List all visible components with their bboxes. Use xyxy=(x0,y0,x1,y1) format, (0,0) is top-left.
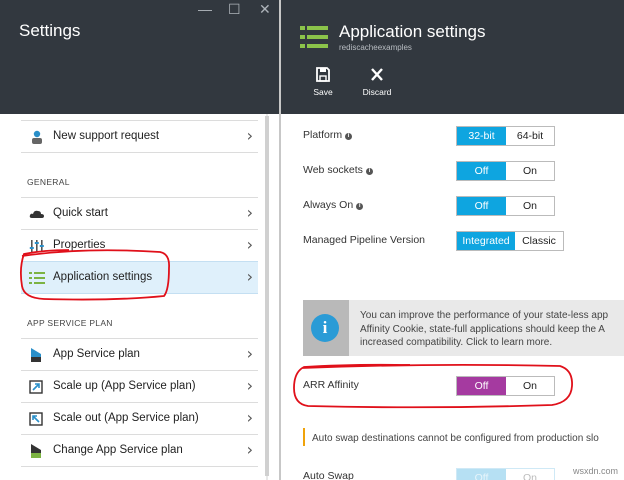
pipeline-integrated-option[interactable]: Integrated xyxy=(457,232,515,250)
app-name-subtitle: rediscacheexamples xyxy=(339,43,412,52)
discard-label: Discard xyxy=(362,87,392,97)
chevron-right-icon: › xyxy=(246,235,253,254)
menu-item-app-service-plan[interactable]: App Service plan › xyxy=(21,338,258,371)
application-settings-icon xyxy=(300,24,328,50)
sliders-icon xyxy=(29,239,45,253)
section-header-app-service-plan: APP SERVICE PLAN xyxy=(27,318,113,328)
info-banner-text: You can improve the performance of your … xyxy=(360,310,609,348)
chevron-right-icon: › xyxy=(246,203,253,222)
chevron-right-icon: › xyxy=(246,408,253,427)
info-icon[interactable]: i xyxy=(365,168,373,175)
web-sockets-toggle: Off On xyxy=(456,161,555,181)
platform-32bit-option[interactable]: 32-bit xyxy=(457,127,506,145)
arr-affinity-label: ARR Affinity xyxy=(303,379,359,391)
scale-out-icon xyxy=(29,412,45,426)
menu-item-label: Application settings xyxy=(53,271,153,283)
info-icon[interactable]: i xyxy=(345,133,353,140)
always-on-on-option[interactable]: On xyxy=(506,197,554,215)
platform-64bit-option[interactable]: 64-bit xyxy=(506,127,554,145)
pipeline-version-label: Managed Pipeline Version xyxy=(303,234,426,246)
cloud-icon xyxy=(29,207,45,221)
menu-item-label: Scale out (App Service plan) xyxy=(53,412,199,424)
pipeline-classic-option[interactable]: Classic xyxy=(515,232,563,250)
list-settings-icon xyxy=(29,271,45,285)
always-on-off-option[interactable]: Off xyxy=(457,197,506,215)
chevron-right-icon: › xyxy=(246,126,253,145)
auto-swap-off-option[interactable]: Off xyxy=(457,469,506,480)
always-on-toggle: Off On xyxy=(456,196,555,216)
arr-affinity-info-banner[interactable]: i You can improve the performance of you… xyxy=(303,300,624,356)
menu-item-application-settings[interactable]: Application settings › xyxy=(21,261,258,294)
menu-item-scale-up[interactable]: Scale up (App Service plan) › xyxy=(21,370,258,403)
save-label: Save xyxy=(313,87,333,97)
auto-swap-label: Auto Swap xyxy=(303,470,354,480)
auto-swap-on-option[interactable]: On xyxy=(506,469,554,480)
menu-item-quick-start[interactable]: Quick start › xyxy=(21,197,258,230)
menu-item-scale-out[interactable]: Scale out (App Service plan) › xyxy=(21,402,258,435)
menu-item-label: Properties xyxy=(53,239,106,251)
minimize-button[interactable]: — xyxy=(198,2,212,16)
web-sockets-label: Web sockets i xyxy=(303,164,373,176)
chevron-right-icon: › xyxy=(246,440,253,459)
web-sockets-on-option[interactable]: On xyxy=(506,162,554,180)
chevron-right-icon: › xyxy=(246,344,253,363)
platform-toggle: 32-bit 64-bit xyxy=(456,126,555,146)
menu-item-new-support-request[interactable]: New support request › xyxy=(21,120,258,153)
arr-affinity-on-option[interactable]: On xyxy=(506,377,554,395)
change-plan-icon xyxy=(29,444,45,458)
auto-swap-warning: Auto swap destinations cannot be configu… xyxy=(312,433,599,444)
arr-affinity-off-option[interactable]: Off xyxy=(457,377,506,395)
arr-affinity-toggle: Off On xyxy=(456,376,555,396)
menu-item-label: Change App Service plan xyxy=(53,444,183,456)
menu-item-label: App Service plan xyxy=(53,348,140,360)
watermark: wsxdn.com xyxy=(572,466,618,476)
web-sockets-off-option[interactable]: Off xyxy=(457,162,506,180)
application-settings-title: Application settings xyxy=(339,22,486,41)
menu-item-change-app-service-plan[interactable]: Change App Service plan › xyxy=(21,434,258,467)
always-on-label: Always On i xyxy=(303,199,364,211)
menu-item-properties[interactable]: Properties › xyxy=(21,229,258,262)
discard-icon xyxy=(355,67,399,85)
platform-label: Platform i xyxy=(303,129,353,141)
menu-item-label: New support request xyxy=(53,130,160,142)
info-icon[interactable]: i xyxy=(356,203,364,210)
close-button[interactable]: ✕ xyxy=(259,2,271,16)
save-button[interactable]: Save xyxy=(301,67,345,97)
chevron-right-icon: › xyxy=(246,376,253,395)
pipeline-version-toggle: Integrated Classic xyxy=(456,231,564,251)
settings-blade-header xyxy=(0,0,280,114)
discard-button[interactable]: Discard xyxy=(355,67,399,97)
auto-swap-toggle: Off On xyxy=(456,468,555,480)
maximize-button[interactable]: ☐ xyxy=(228,2,241,16)
scale-up-icon xyxy=(29,380,45,394)
info-icon: i xyxy=(311,314,339,342)
save-icon xyxy=(301,67,345,85)
section-header-general: GENERAL xyxy=(27,177,70,187)
menu-scrollbar[interactable] xyxy=(263,114,271,480)
settings-blade-title: Settings xyxy=(19,21,81,40)
support-person-icon xyxy=(29,130,45,144)
menu-item-label: Quick start xyxy=(53,207,108,219)
chevron-right-icon: › xyxy=(246,267,253,286)
app-service-plan-icon xyxy=(29,348,45,362)
warning-bar xyxy=(303,428,305,446)
menu-item-label: Scale up (App Service plan) xyxy=(53,380,196,392)
